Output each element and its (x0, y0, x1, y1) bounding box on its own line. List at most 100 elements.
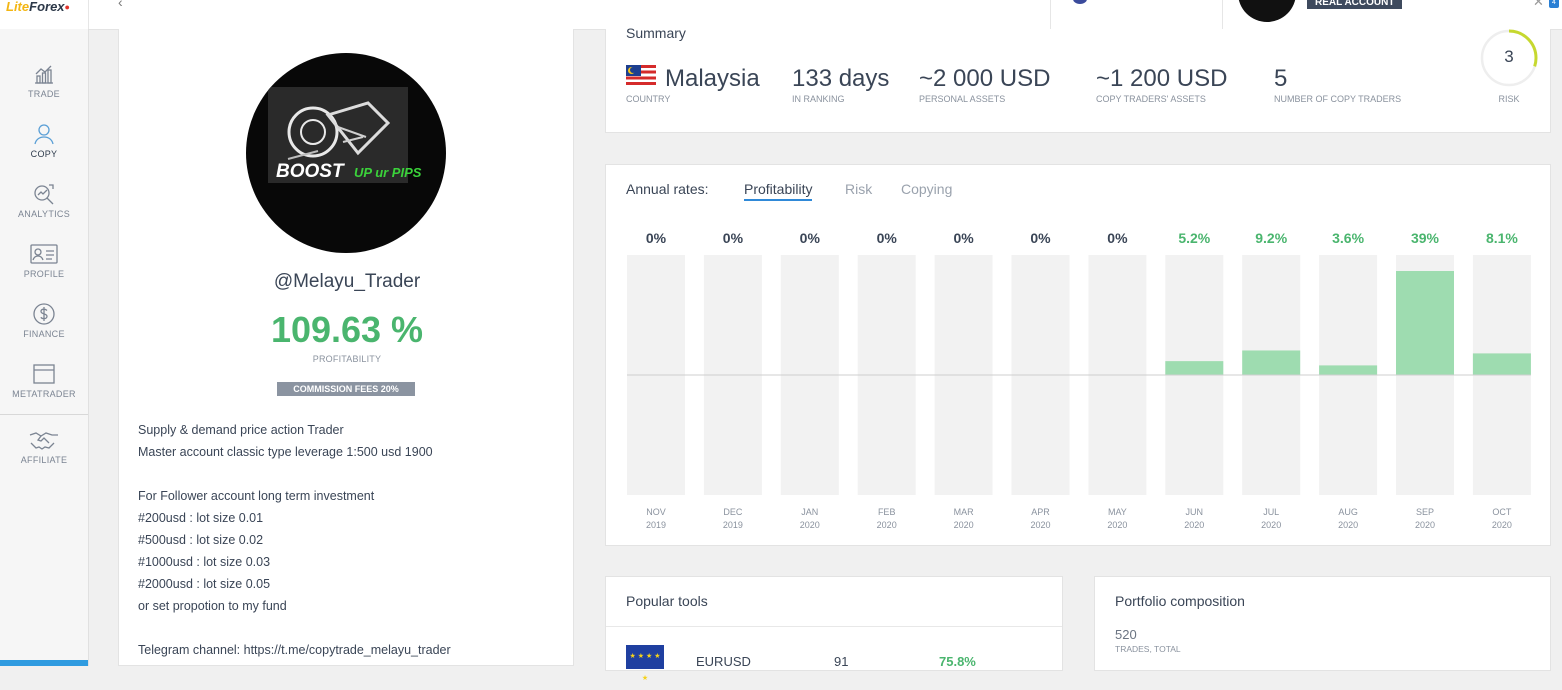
bar-value-label: 5.2% (1178, 230, 1210, 246)
commission-badge: COMMISSION FEES 20% (277, 382, 415, 396)
popular-tools-title: Popular tools (626, 593, 708, 609)
back-arrow-icon[interactable]: ‹ (118, 0, 123, 10)
bar-value-label: 0% (953, 230, 974, 246)
bar (1165, 361, 1224, 375)
header-divider (1222, 0, 1223, 29)
bio-line: Master account classic type leverage 1:5… (138, 445, 433, 459)
sidebar-item-label: TRADE (27, 89, 60, 99)
bio-line (138, 465, 558, 487)
handshake-icon (29, 432, 58, 450)
x-tick-month: DEC (723, 507, 743, 517)
risk-label: RISK (1498, 94, 1520, 104)
portfolio-composition-card: Portfolio composition 520 TRADES, TOTAL (1094, 576, 1551, 671)
copy-traders-label: NUMBER OF COPY TRADERS (1274, 94, 1402, 104)
avatar-pips-text: UP ur PIPS (354, 165, 422, 180)
x-tick-year: 2020 (1261, 520, 1281, 530)
bio-line: Supply & demand price action Trader (138, 423, 344, 437)
x-tick-month: APR (1031, 507, 1050, 517)
trader-avatar: BOOST UP ur PIPS (246, 53, 446, 253)
annual-rates-card: Annual rates: Profitability Risk Copying… (605, 164, 1551, 546)
sidebar-item-label: COPY (30, 149, 58, 159)
sidebar-item-label: FINANCE (23, 329, 65, 339)
trades-total-value: 520 (1115, 627, 1137, 642)
sidebar-item-label: ANALYTICS (17, 209, 71, 219)
summary-card: Summary Malaysia COUNTRY 133 days IN RAN… (605, 25, 1551, 133)
x-tick-month: AUG (1338, 507, 1358, 517)
dollar-icon (33, 303, 55, 325)
header-divider (88, 0, 89, 29)
ranking-value: 133 days (792, 65, 890, 92)
chart-icon (35, 65, 53, 84)
divider (606, 626, 1062, 627)
bar-value-label: 0% (1107, 230, 1128, 246)
header-avatar[interactable] (1238, 0, 1296, 22)
risk-value: 3 (1504, 47, 1514, 66)
bar-value-label: 3.6% (1332, 230, 1364, 246)
x-tick-month: FEB (878, 507, 896, 517)
notification-count[interactable]: 4 (1549, 0, 1559, 8)
bar-value-label: 0% (723, 230, 744, 246)
sidebar-item-trade[interactable]: TRADE (0, 62, 88, 99)
liteforex-logo[interactable]: LiteForex● (6, 0, 70, 14)
analytics-icon (34, 184, 54, 205)
ranking-label: IN RANKING (792, 94, 845, 104)
bar (1396, 271, 1454, 375)
bar-value-label: 0% (646, 230, 667, 246)
x-tick-year: 2020 (1030, 520, 1050, 530)
x-tick-year: 2019 (723, 520, 743, 530)
sidebar-item-analytics[interactable]: ANALYTICS (0, 182, 88, 219)
bio-line (138, 619, 558, 641)
personal-assets-label: PERSONAL ASSETS (919, 94, 1006, 104)
copy-assets-stat: ~1 200 USD COPY TRADERS' ASSETS (1096, 65, 1227, 104)
account-type-badge[interactable]: REAL ACCOUNT (1307, 0, 1403, 9)
trader-bio: Supply & demand price action Trader Mast… (138, 421, 558, 663)
window-icon (33, 364, 55, 384)
bar-value-label: 9.2% (1255, 230, 1287, 246)
bio-line: #200usd : lot size 0.01 (138, 511, 264, 525)
trades-total-label: TRADES, TOTAL (1115, 644, 1181, 654)
trader-profile-card: BOOST UP ur PIPS @Melayu_Trader 109.63 %… (118, 29, 574, 666)
sidebar-item-label: AFFILIATE (20, 455, 68, 465)
user-icon (34, 124, 54, 145)
copy-assets-label: COPY TRADERS' ASSETS (1096, 94, 1206, 104)
profile-icon (30, 244, 58, 264)
avatar-boost-text: BOOST (276, 161, 344, 182)
bar (1319, 365, 1378, 375)
x-tick-month: NOV (646, 507, 666, 517)
telegram-link[interactable]: Telegram channel: https://t.me/copytrade… (138, 641, 558, 663)
malaysia-flag-icon (626, 65, 656, 85)
x-tick-month: SEP (1416, 507, 1434, 517)
header-divider (1050, 0, 1051, 29)
sidebar-item-finance[interactable]: FINANCE (0, 302, 88, 339)
bottom-tab[interactable] (0, 660, 88, 666)
copy-assets-value: ~1 200 USD (1096, 65, 1228, 92)
tool-trades: 91 (834, 654, 849, 669)
portfolio-title: Portfolio composition (1115, 593, 1245, 609)
tool-symbol[interactable]: EURUSD (696, 654, 751, 669)
bio-line: or set propotion to my fund (138, 599, 287, 613)
language-flag-icon[interactable] (1073, 0, 1087, 4)
sidebar-item-affiliate[interactable]: AFFILIATE (0, 428, 88, 465)
personal-assets-value: ~2 000 USD (919, 65, 1051, 92)
x-tick-month: OCT (1492, 507, 1512, 517)
eu-flag-icon: ★ ★ ★ ★ ★ (626, 645, 664, 682)
logo-forex: Forex (29, 0, 65, 14)
personal-assets-stat: ~2 000 USD PERSONAL ASSETS (919, 65, 1050, 104)
bio-line: #2000usd : lot size 0.05 (138, 577, 271, 591)
trader-username: @Melayu_Trader (273, 271, 421, 292)
close-icon[interactable]: ✕ (1533, 0, 1544, 10)
x-tick-month: MAY (1108, 507, 1127, 517)
bar-value-label: 0% (877, 230, 898, 246)
logo-mark: ● (64, 2, 70, 12)
sidebar-item-metatrader[interactable]: METATRADER (0, 362, 88, 399)
x-tick-month: MAR (954, 507, 975, 517)
copy-traders-value: 5 (1274, 65, 1288, 92)
sidebar-item-profile[interactable]: PROFILE (0, 242, 88, 279)
top-header: LiteForex● ‹ REAL ACCOUNT ✕ 4 (0, 0, 1562, 30)
x-tick-year: 2020 (1338, 520, 1358, 530)
x-tick-year: 2020 (800, 520, 820, 530)
bio-line: For Follower account long term investmen… (138, 489, 375, 503)
x-tick-year: 2020 (954, 520, 974, 530)
sidebar-item-copy[interactable]: COPY (0, 122, 88, 159)
x-tick-month: JUN (1186, 507, 1204, 517)
